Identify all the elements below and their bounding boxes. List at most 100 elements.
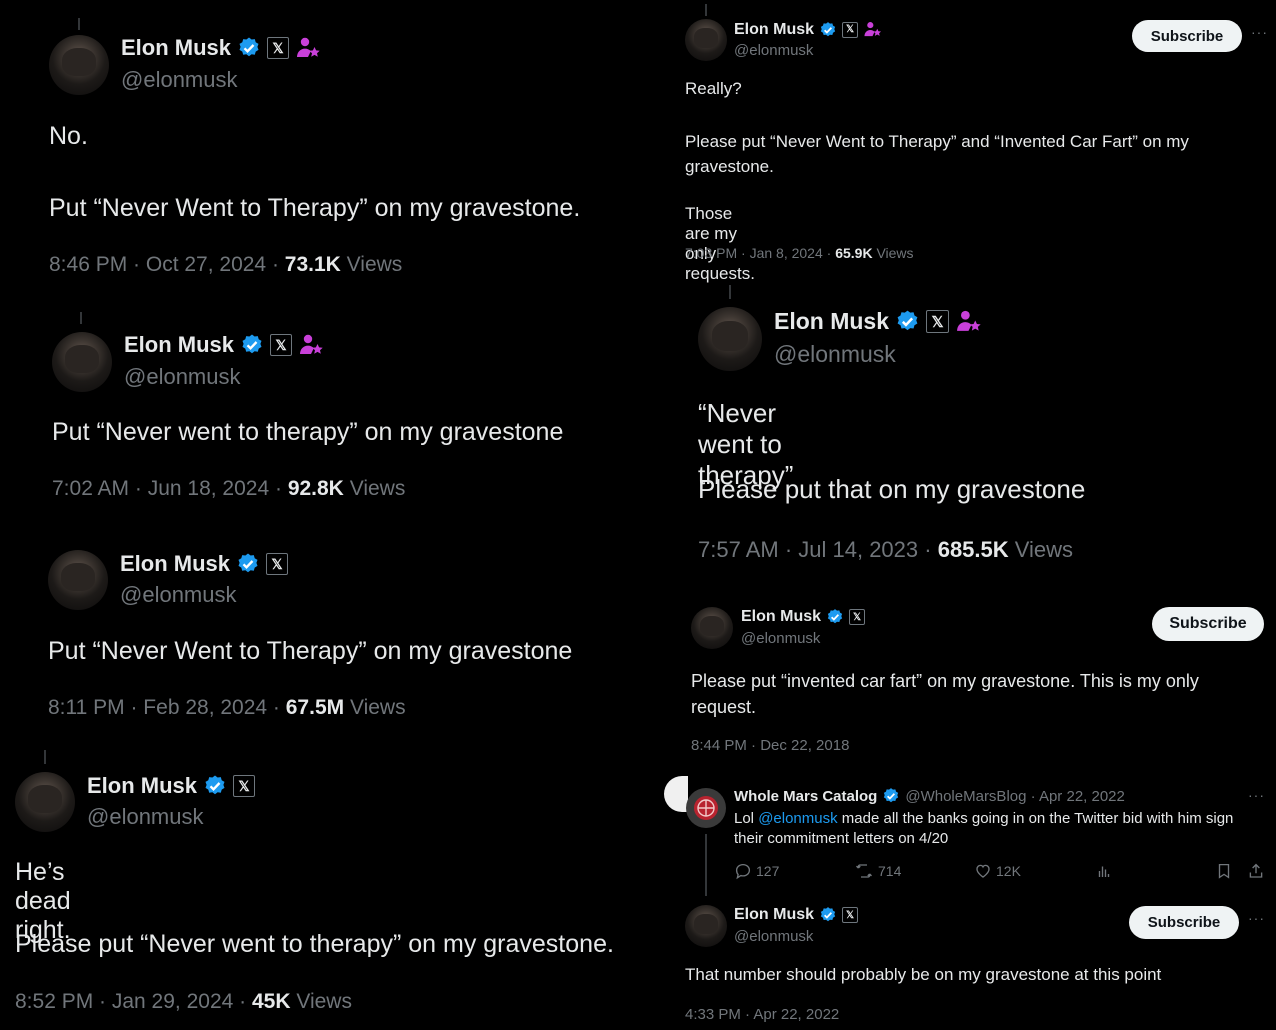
x-badge-icon: 𝕏 xyxy=(270,334,293,356)
x-badge-icon: 𝕏 xyxy=(842,907,859,923)
more-icon[interactable]: ··· xyxy=(1248,910,1265,926)
views-label: Views xyxy=(872,245,914,261)
display-name[interactable]: Elon Musk xyxy=(87,773,197,799)
verified-badge-icon xyxy=(826,608,844,626)
display-name[interactable]: Elon Musk xyxy=(124,332,234,358)
verified-badge-icon xyxy=(819,906,837,924)
tweet-text-line: That number should probably be on my gra… xyxy=(685,965,1162,984)
handle[interactable]: @elonmusk xyxy=(734,928,813,945)
handle[interactable]: @elonmusk xyxy=(124,364,241,390)
tweet-meta[interactable]: 7:03 PM · Jan 8, 2024 · 65.9K Views xyxy=(685,245,914,261)
x-badge-icon: 𝕏 xyxy=(842,21,859,38)
display-name[interactable]: Elon Musk xyxy=(741,608,821,626)
view-count: 73.1K xyxy=(284,253,341,276)
verified-badge-icon xyxy=(240,333,264,357)
tweet-meta[interactable]: 8:11 PM · Feb 28, 2024 · 67.5M Views xyxy=(48,696,406,720)
verified-badge-icon xyxy=(237,36,261,60)
handle[interactable]: @elonmusk xyxy=(120,582,237,608)
timestamp[interactable]: 7:57 AM · Jul 14, 2023 · xyxy=(698,537,938,562)
handle[interactable]: @elonmusk xyxy=(774,341,896,368)
views-label: Views xyxy=(343,477,406,500)
avatar[interactable] xyxy=(698,307,762,371)
tweet-text-line: Put “Never Went to Therapy” on my graves… xyxy=(49,194,581,222)
affiliate-person-icon xyxy=(955,308,982,335)
timestamp[interactable]: 4:33 PM · Apr 22, 2022 xyxy=(685,1006,839,1023)
subscribe-button[interactable]: Subscribe xyxy=(1132,20,1242,52)
timestamp[interactable]: 8:11 PM · Feb 28, 2024 · xyxy=(48,696,286,719)
x-badge-icon: 𝕏 xyxy=(267,37,290,59)
tweet-text-line: Put “Never Went to Therapy” on my graves… xyxy=(48,637,573,665)
views-label: Views xyxy=(344,696,406,719)
more-icon[interactable]: ··· xyxy=(1248,787,1265,803)
avatar[interactable] xyxy=(49,35,109,95)
thread-line xyxy=(705,834,707,896)
reply-icon xyxy=(735,863,751,880)
view-count: 685.5K xyxy=(937,537,1009,562)
display-name[interactable]: Elon Musk xyxy=(734,21,814,39)
thread-line xyxy=(78,18,80,30)
x-badge-icon: 𝕏 xyxy=(926,310,950,333)
handle-and-date[interactable]: @WholeMarsBlog · Apr 22, 2022 xyxy=(905,788,1125,805)
scroll-edge-button[interactable] xyxy=(664,776,688,812)
share-icon xyxy=(1249,863,1263,878)
timestamp[interactable]: 8:52 PM · Jan 29, 2024 · xyxy=(15,990,252,1013)
more-icon[interactable]: ··· xyxy=(1251,24,1268,40)
avatar[interactable] xyxy=(691,607,733,649)
avatar[interactable] xyxy=(15,772,75,832)
tweet-text-line: Please put “Never Went to Therapy” and “… xyxy=(685,132,1189,176)
verified-badge-icon xyxy=(203,774,227,798)
verified-badge-icon xyxy=(819,21,837,39)
tweet-text-line: Please put “invented car fart” on my gra… xyxy=(691,671,1199,717)
avatar[interactable] xyxy=(52,332,112,392)
affiliate-person-icon xyxy=(863,20,882,39)
retweet-button[interactable]: 714 xyxy=(854,862,901,880)
tweet-meta[interactable]: 7:57 AM · Jul 14, 2023 · 685.5K Views xyxy=(698,537,1073,563)
bookmark-icon xyxy=(1218,863,1230,879)
affiliate-person-icon xyxy=(298,332,324,358)
display-name[interactable]: Whole Mars Catalog xyxy=(734,788,877,805)
share-button[interactable] xyxy=(1247,862,1265,880)
view-count: 65.9K xyxy=(835,245,873,261)
verified-badge-icon xyxy=(236,552,260,576)
timestamp[interactable]: 8:44 PM · Dec 22, 2018 xyxy=(691,737,849,754)
bookmark-button[interactable] xyxy=(1215,862,1233,880)
subscribe-button[interactable]: Subscribe xyxy=(1152,607,1264,641)
like-button[interactable]: 12K xyxy=(974,862,1021,880)
tweet-text-line: Put “Never went to therapy” on my graves… xyxy=(52,418,564,446)
handle[interactable]: @elonmusk xyxy=(121,67,238,93)
x-badge-icon: 𝕏 xyxy=(233,775,256,797)
views-label: Views xyxy=(340,253,403,276)
verified-badge-icon xyxy=(895,309,920,334)
reply-count: 127 xyxy=(756,863,780,879)
timestamp[interactable]: 7:03 PM · Jan 8, 2024 · xyxy=(685,245,835,261)
thread-line xyxy=(705,4,707,16)
x-badge-icon: 𝕏 xyxy=(849,609,866,625)
mention-link[interactable]: @elonmusk xyxy=(758,810,837,827)
handle[interactable]: @elonmusk xyxy=(734,42,813,59)
display-name[interactable]: Elon Musk xyxy=(734,906,814,924)
whole-mars-logo-icon xyxy=(694,796,718,820)
avatar[interactable] xyxy=(48,550,108,610)
thread-line xyxy=(729,285,731,299)
tweet-meta[interactable]: 7:02 AM · Jun 18, 2024 · 92.8K Views xyxy=(52,477,405,501)
quoted-text-pre: Lol xyxy=(734,810,759,827)
display-name[interactable]: Elon Musk xyxy=(121,35,231,61)
views-chart-icon xyxy=(1098,866,1110,877)
display-name[interactable]: Elon Musk xyxy=(774,308,889,335)
display-name[interactable]: Elon Musk xyxy=(120,551,230,577)
subscribe-button[interactable]: Subscribe xyxy=(1129,906,1239,939)
timestamp[interactable]: 8:46 PM · Oct 27, 2024 · xyxy=(49,253,285,276)
views-label: Views xyxy=(1008,537,1074,562)
avatar[interactable] xyxy=(686,788,726,828)
avatar[interactable] xyxy=(685,19,727,61)
handle[interactable]: @elonmusk xyxy=(741,630,820,647)
timestamp[interactable]: 7:02 AM · Jun 18, 2024 · xyxy=(52,477,288,500)
tweet-text-line: Please put that on my gravestone xyxy=(698,474,1086,504)
tweet-meta[interactable]: 8:52 PM · Jan 29, 2024 · 45K Views xyxy=(15,990,352,1014)
avatar[interactable] xyxy=(685,905,727,947)
tweet-meta[interactable]: 8:46 PM · Oct 27, 2024 · 73.1K Views xyxy=(49,253,402,277)
views-button[interactable] xyxy=(1095,862,1113,880)
view-count: 92.8K xyxy=(287,477,344,500)
reply-button[interactable]: 127 xyxy=(734,862,779,880)
handle[interactable]: @elonmusk xyxy=(87,804,204,830)
